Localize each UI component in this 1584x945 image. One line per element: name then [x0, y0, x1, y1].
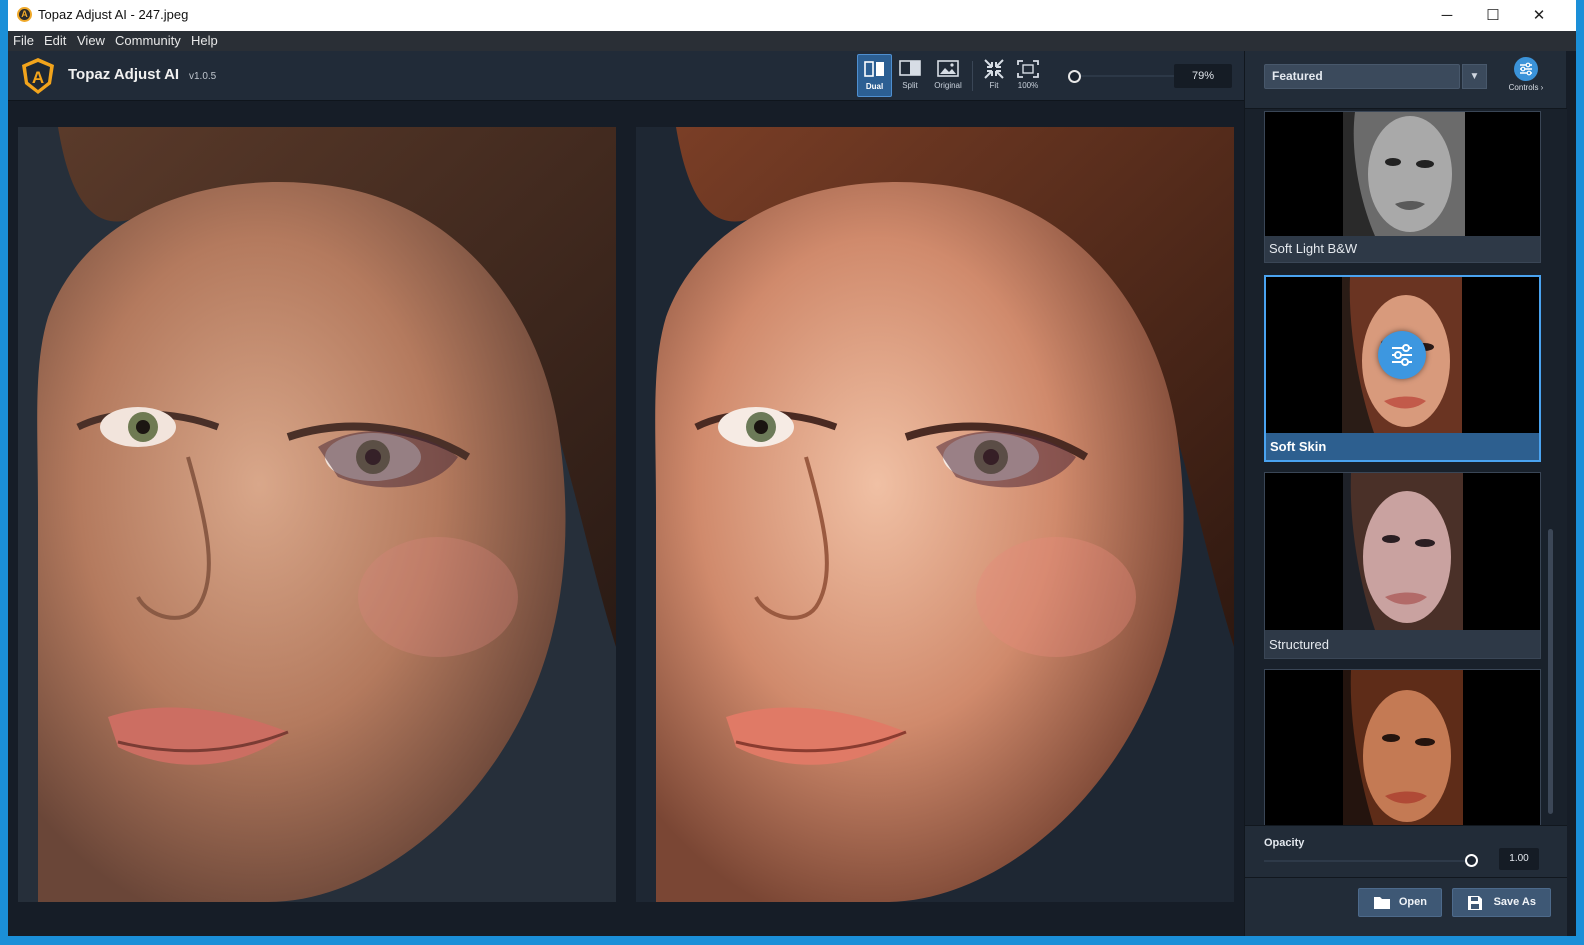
- actual-size-label: 100%: [1017, 81, 1039, 90]
- app-icon: A: [17, 7, 32, 22]
- opacity-label: Opacity: [1264, 837, 1305, 849]
- app-window: A Topaz Adjust AI - 247.jpeg ─ ☐ ✕ File …: [8, 0, 1576, 936]
- controls-button[interactable]: Controls ›: [1501, 57, 1551, 97]
- opacity-control: Opacity 1.00: [1245, 825, 1567, 877]
- presets-sidebar: Featured ▼ Controls › Soft Light B&W Sof…: [1244, 51, 1567, 936]
- zoom-slider-handle[interactable]: [1068, 70, 1081, 83]
- preset-label: Soft Skin: [1270, 439, 1327, 454]
- preset-category-dropdown[interactable]: Featured: [1264, 64, 1460, 89]
- original-view-icon: [937, 60, 959, 77]
- split-view-label: Split: [902, 81, 918, 90]
- dual-view-label: Dual: [865, 82, 884, 91]
- preset-card[interactable]: [1264, 669, 1541, 825]
- preset-list-scrollbar[interactable]: [1548, 529, 1553, 814]
- sidebar-footer: Open Save As: [1245, 877, 1567, 936]
- app-name: Topaz Adjust AI: [68, 66, 180, 83]
- controls-label: Controls ›: [1508, 83, 1544, 92]
- original-view-label: Original: [934, 81, 962, 90]
- menu-bar: File Edit View Community Help: [8, 31, 1576, 51]
- preset-soft-skin[interactable]: Soft Skin: [1264, 275, 1541, 462]
- split-view-button[interactable]: Split: [896, 54, 924, 97]
- portrait-photo-original: [18, 127, 616, 902]
- chevron-down-icon[interactable]: ▼: [1462, 64, 1487, 89]
- preset-label: Soft Light B&W: [1269, 241, 1358, 256]
- minimize-button[interactable]: ─: [1424, 0, 1470, 31]
- zoom-slider-track[interactable]: [1074, 75, 1174, 77]
- opacity-value-field[interactable]: 1.00: [1499, 848, 1539, 870]
- close-button[interactable]: ✕: [1516, 0, 1562, 31]
- open-label: Open: [1398, 896, 1427, 908]
- zoom-value-field[interactable]: 79%: [1174, 64, 1232, 88]
- topaz-logo-icon: A: [22, 58, 54, 94]
- preset-structured[interactable]: Structured: [1264, 472, 1541, 659]
- save-as-label: Save As: [1493, 896, 1536, 908]
- open-button[interactable]: Open: [1358, 888, 1442, 917]
- dual-view-button[interactable]: Dual: [857, 54, 892, 97]
- dual-view-icon: [863, 61, 884, 77]
- opacity-slider-track[interactable]: [1264, 860, 1474, 862]
- app-version: v1.0.5: [189, 71, 217, 82]
- folder-icon: [1374, 897, 1390, 909]
- preset-thumbnail: [1265, 473, 1540, 630]
- adjusted-image-pane[interactable]: [636, 127, 1234, 902]
- preset-soft-light-bw[interactable]: Soft Light B&W: [1264, 111, 1541, 263]
- sliders-icon: [1514, 57, 1538, 81]
- actual-size-button[interactable]: 100%: [1012, 54, 1044, 97]
- menu-help[interactable]: Help: [191, 33, 218, 48]
- save-icon: [1468, 896, 1482, 910]
- original-image-pane[interactable]: [18, 127, 616, 902]
- preset-label: Structured: [1269, 637, 1329, 652]
- main-toolbar: A Topaz Adjust AI v1.0.5 Dual Split Orig…: [8, 51, 1244, 101]
- preset-list: Soft Light B&W Soft Skin Structured: [1245, 108, 1567, 825]
- fit-label: Fit: [989, 81, 999, 90]
- split-view-icon: [899, 60, 921, 76]
- menu-community[interactable]: Community: [115, 33, 181, 48]
- fit-button[interactable]: Fit: [980, 54, 1008, 97]
- svg-text:A: A: [32, 68, 44, 87]
- menu-view[interactable]: View: [77, 33, 105, 48]
- image-canvas: [8, 101, 1244, 936]
- menu-edit[interactable]: Edit: [44, 33, 66, 48]
- portrait-photo-adjusted: [636, 127, 1234, 902]
- window-title: Topaz Adjust AI - 247.jpeg: [38, 7, 189, 22]
- adjust-preset-icon[interactable]: [1378, 331, 1426, 379]
- maximize-button[interactable]: ☐: [1470, 0, 1516, 31]
- preset-thumbnail: [1265, 112, 1540, 236]
- preset-thumbnail: [1265, 670, 1540, 825]
- opacity-slider-handle[interactable]: [1465, 854, 1478, 867]
- actual-size-icon: [1017, 60, 1039, 78]
- title-bar: A Topaz Adjust AI - 247.jpeg ─ ☐ ✕: [8, 0, 1576, 31]
- original-view-button[interactable]: Original: [929, 54, 967, 97]
- fit-icon: [984, 59, 1004, 79]
- menu-file[interactable]: File: [13, 33, 34, 48]
- toolbar-divider: [972, 61, 973, 91]
- save-as-button[interactable]: Save As: [1452, 888, 1551, 917]
